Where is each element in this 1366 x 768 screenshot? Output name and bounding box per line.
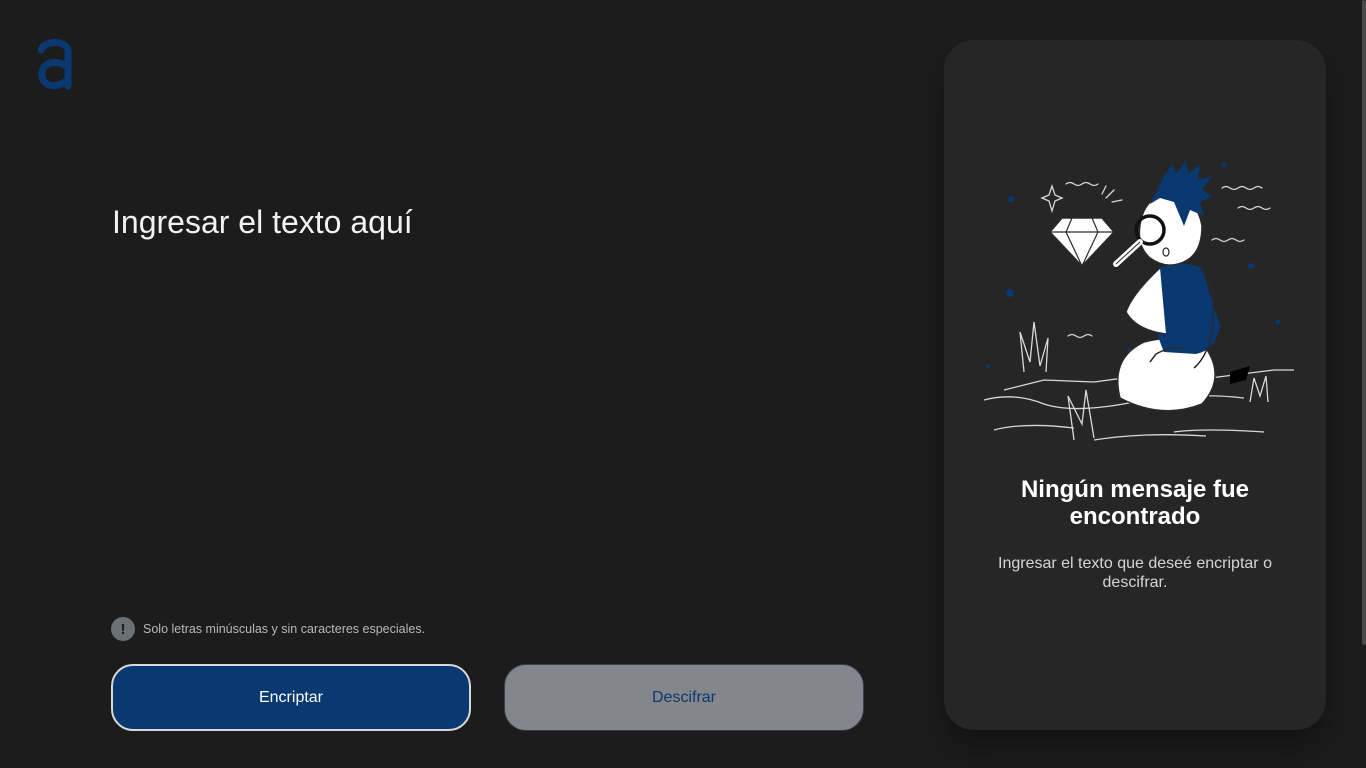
input-hint: ! Solo letras minúsculas y sin caractere…: [111, 617, 425, 641]
empty-state-title: Ningún mensaje fue encontrado: [1020, 476, 1250, 530]
empty-state-subtitle: Ingresar el texto que deseé encriptar o …: [998, 555, 1272, 591]
hint-text: Solo letras minúsculas y sin caracteres …: [143, 622, 426, 636]
alura-logo: [38, 39, 72, 90]
page-scrollbar[interactable]: [1362, 0, 1366, 645]
decrypt-button[interactable]: Descifrar: [504, 664, 864, 731]
exclamation-icon: !: [111, 617, 135, 641]
message-input[interactable]: [112, 200, 872, 590]
person-with-magnifier-illustration: [983, 160, 1294, 441]
result-panel: Ningún mensaje fue encontrado Ingresar e…: [944, 40, 1326, 730]
encrypt-button[interactable]: Encriptar: [111, 664, 471, 731]
